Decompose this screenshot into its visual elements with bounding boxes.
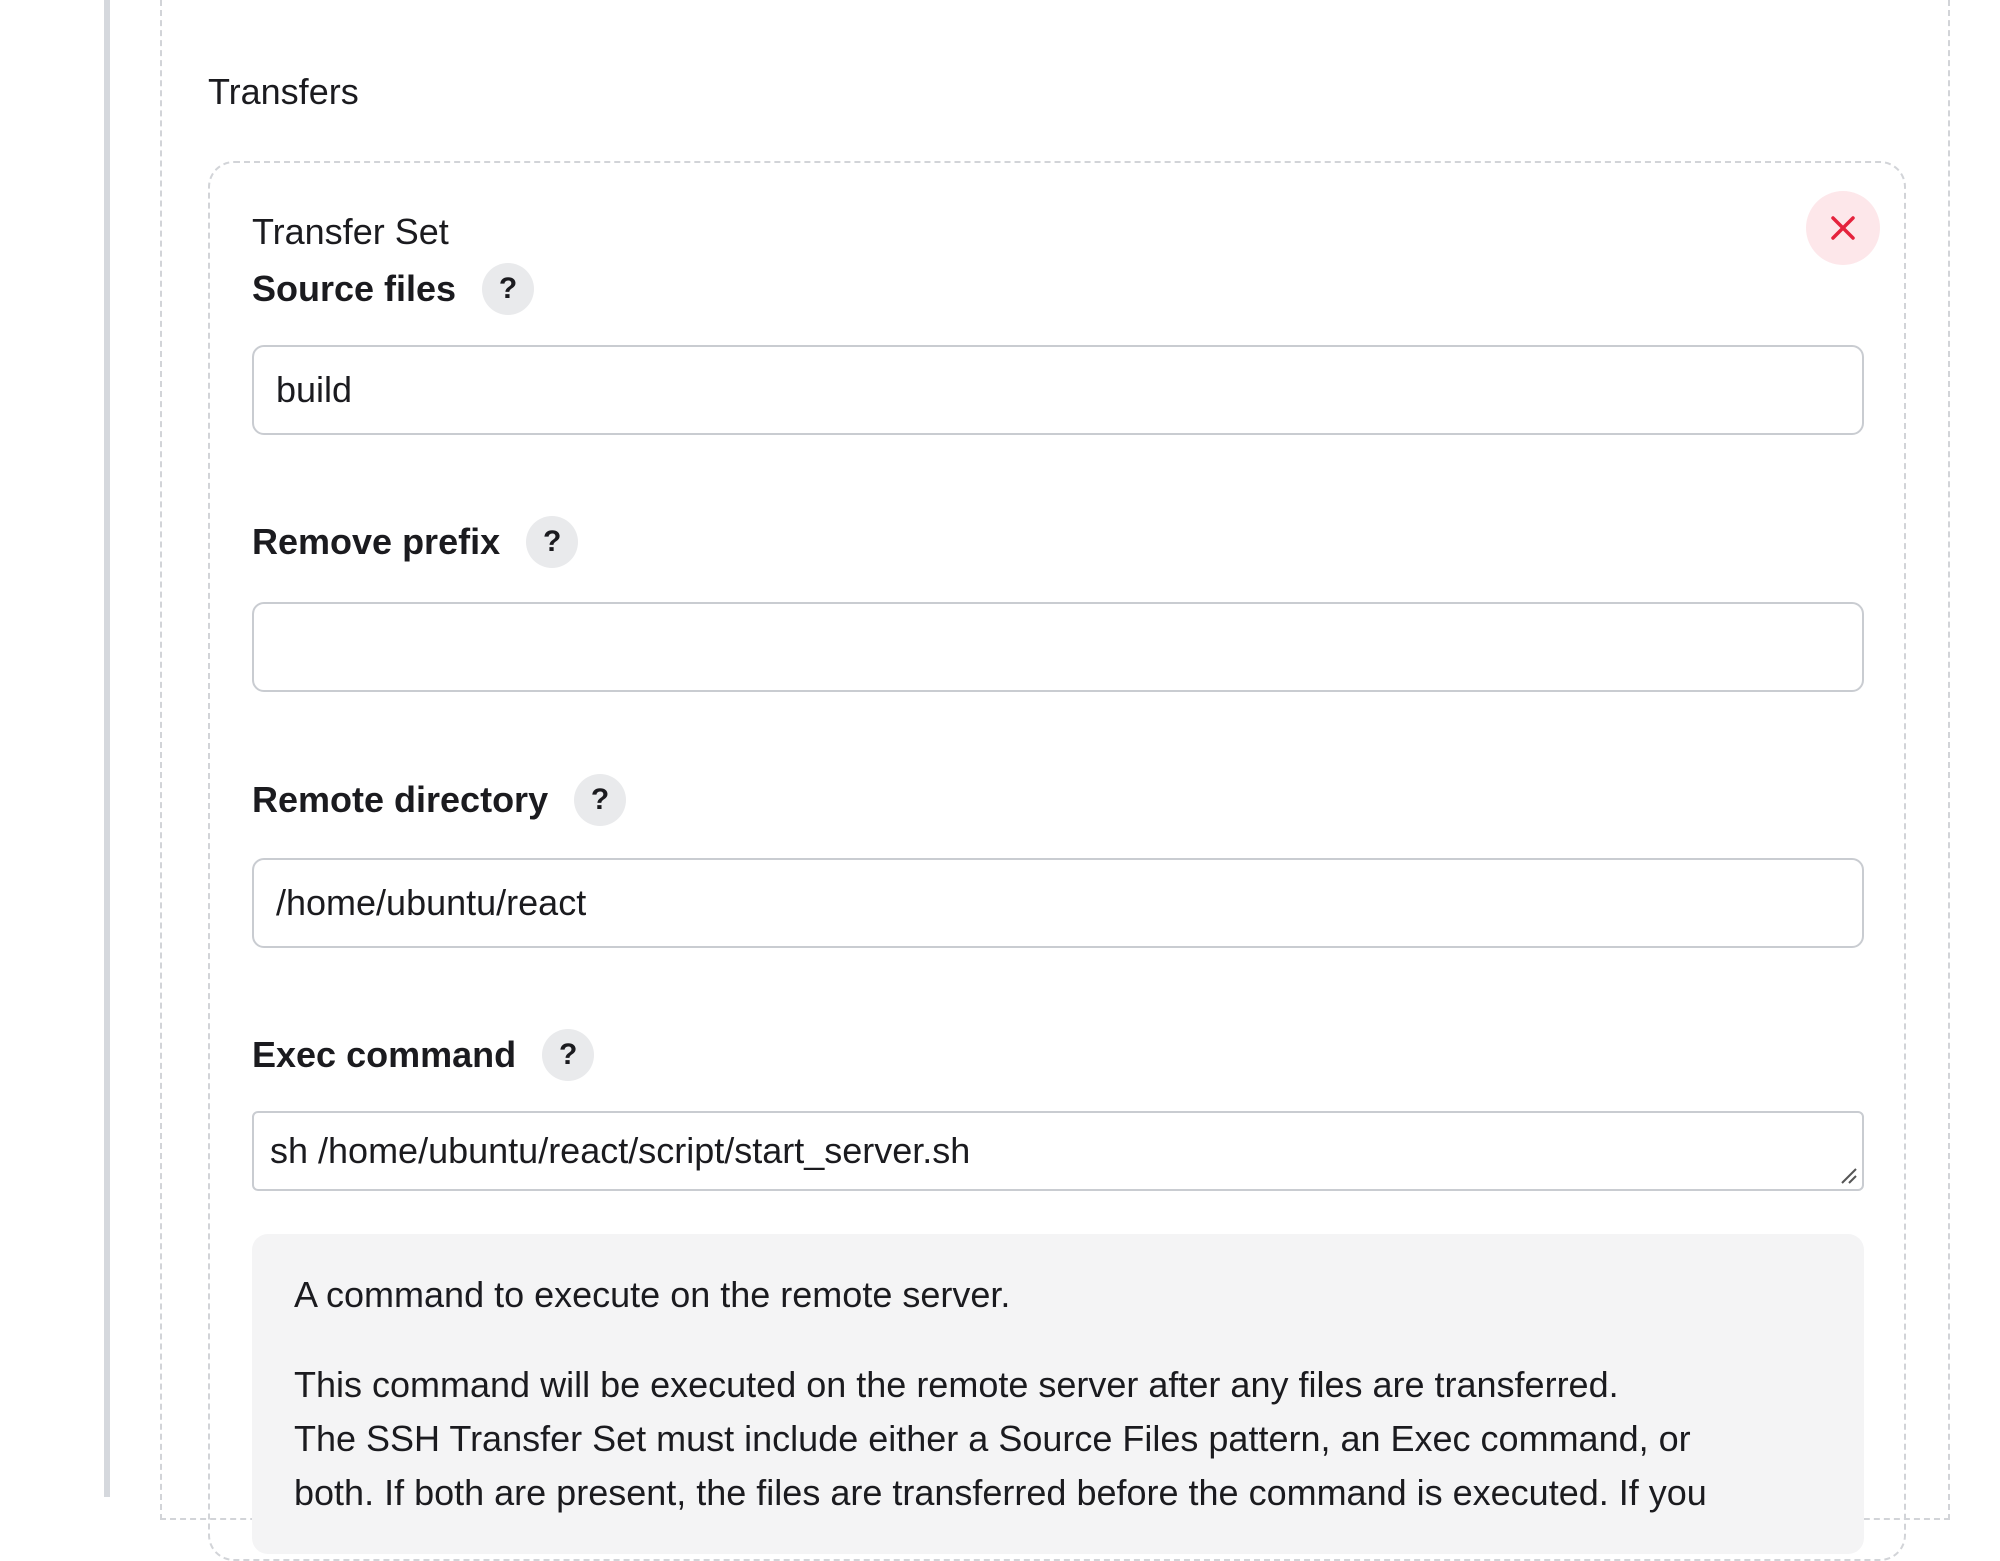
help-line: The SSH Transfer Set must include either… <box>294 1418 1691 1459</box>
help-line: This command will be executed on the rem… <box>294 1364 1619 1405</box>
exec-command-textarea[interactable]: sh /home/ubuntu/react/script/start_serve… <box>252 1111 1864 1191</box>
remove-transfer-set-button[interactable] <box>1806 191 1880 265</box>
left-rail <box>104 0 110 1497</box>
section-title: Transfers <box>208 71 359 112</box>
remote-directory-label-text: Remote directory <box>252 779 549 820</box>
help-line: A command to execute on the remote serve… <box>294 1274 1011 1315</box>
transfer-set-title: Transfer Set <box>252 211 449 252</box>
help-line: both. If both are present, the files are… <box>294 1472 1707 1513</box>
exec-command-help-panel: A command to execute on the remote serve… <box>252 1234 1864 1554</box>
close-icon <box>1828 213 1858 243</box>
exec-command-label-text: Exec command <box>252 1034 517 1075</box>
source-files-label-text: Source files <box>252 268 457 309</box>
remote-directory-label: Remote directory ? <box>252 774 627 826</box>
remote-directory-input[interactable] <box>252 858 1864 948</box>
help-icon[interactable]: ? <box>574 774 627 826</box>
help-icon[interactable]: ? <box>542 1029 595 1081</box>
source-files-label: Source files ? <box>252 263 535 315</box>
help-icon[interactable]: ? <box>482 263 535 315</box>
remove-prefix-label-text: Remove prefix <box>252 521 501 562</box>
remove-prefix-input[interactable] <box>252 602 1864 692</box>
exec-command-label: Exec command ? <box>252 1029 595 1081</box>
help-icon[interactable]: ? <box>526 516 579 568</box>
resize-handle-icon[interactable] <box>1838 1165 1858 1185</box>
remove-prefix-label: Remove prefix ? <box>252 516 579 568</box>
source-files-input[interactable] <box>252 345 1864 435</box>
